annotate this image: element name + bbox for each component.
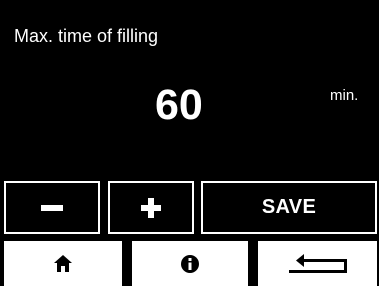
- minus-icon: [41, 204, 63, 211]
- home-button[interactable]: [4, 241, 122, 286]
- value-display: 60: [155, 81, 203, 129]
- screen-title: Max. time of filling: [14, 26, 159, 46]
- unit-label: min.: [330, 87, 359, 104]
- info-button[interactable]: [132, 241, 248, 286]
- decrease-button[interactable]: [4, 181, 100, 234]
- home-icon: [54, 255, 72, 272]
- info-icon: [181, 254, 199, 273]
- save-button-label: SAVE: [261, 196, 317, 218]
- save-button[interactable]: SAVE: [201, 181, 377, 234]
- bottom-navbar: [0, 241, 379, 286]
- settings-screen: Max. time of filling 60 min. SAVE: [0, 0, 379, 286]
- plus-icon: [141, 197, 161, 218]
- back-button[interactable]: [258, 241, 377, 286]
- increase-button[interactable]: [108, 181, 194, 234]
- return-arrow-icon: [288, 253, 347, 274]
